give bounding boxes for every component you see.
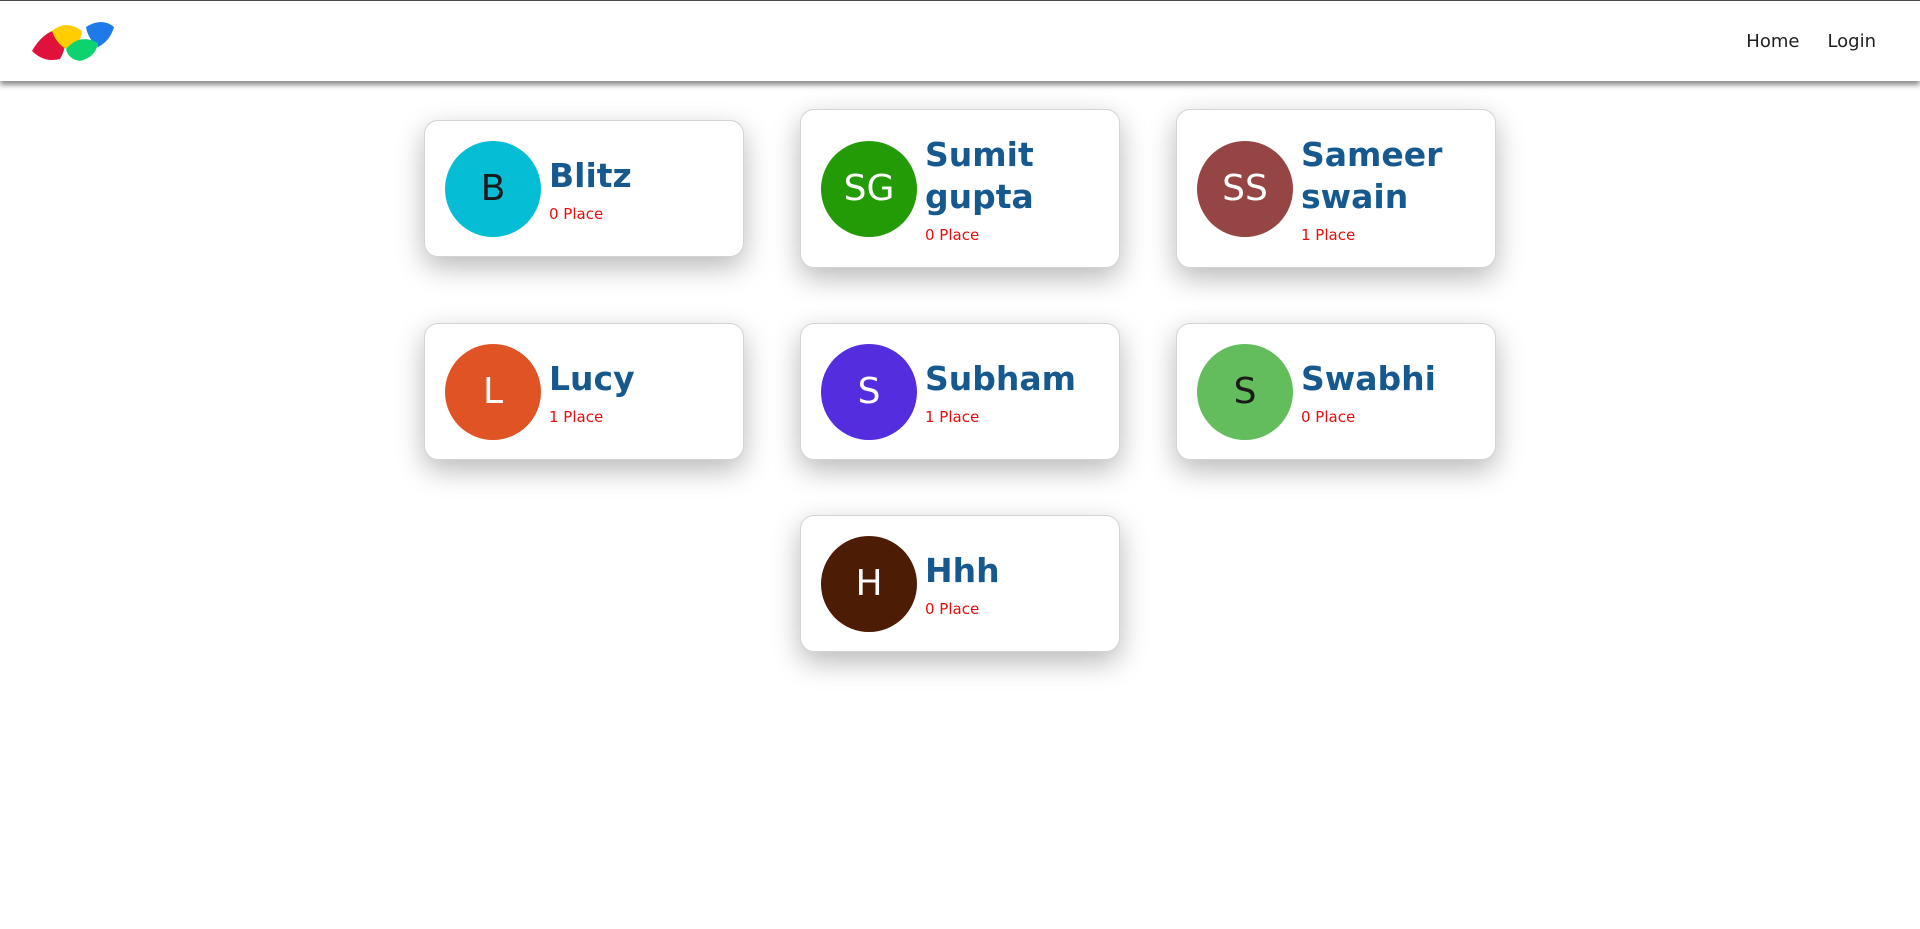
nav-login-link[interactable]: Login [1827,31,1876,52]
user-name: Lucy [549,358,635,398]
user-card[interactable]: S Subham 1 Place [800,323,1120,460]
place-count: 0 Place [549,204,604,223]
user-name: Hhh [925,550,1000,590]
brand-logo-icon[interactable] [30,21,140,63]
user-card[interactable]: B Blitz 0 Place [424,120,744,257]
avatar: H [821,535,917,632]
nav-home-link[interactable]: Home [1746,31,1799,52]
top-navbar: Home Login [0,0,1920,81]
user-name: Swabhi [1301,358,1436,398]
user-name: Subham [925,358,1077,398]
avatar-initials: B [480,168,506,209]
avatar-initials: S [857,371,881,412]
user-card[interactable]: SG Sumit gupta 0 Place [800,109,1120,268]
avatar: SG [821,140,917,237]
avatar-initials: S [1233,371,1257,412]
avatar-initials: SS [1222,168,1268,209]
user-card[interactable]: L Lucy 1 Place [424,323,744,460]
avatar-initials: SG [843,168,895,209]
user-name: Sameer swain [1301,134,1443,216]
user-card[interactable]: H Hhh 0 Place [800,515,1120,652]
place-count: 0 Place [1301,407,1356,426]
user-name: Sumit gupta [925,134,1034,216]
user-name: Blitz [549,155,632,195]
avatar: S [821,343,917,440]
avatar-initials: H [855,563,883,604]
place-count: 1 Place [925,407,980,426]
user-card-grid: B Blitz 0 Place SG Sumit gupta 0 Place S… [0,81,1920,929]
user-card[interactable]: S Swabhi 0 Place [1176,323,1496,460]
nav-links: Home Login [1746,1,1876,82]
avatar-initials: L [482,371,504,412]
avatar: B [445,140,541,237]
place-count: 1 Place [1301,225,1356,244]
avatar: S [1197,343,1293,440]
place-count: 0 Place [925,599,980,618]
avatar: L [445,343,541,440]
user-card[interactable]: SS Sameer swain 1 Place [1176,109,1496,268]
avatar: SS [1197,140,1293,237]
place-count: 0 Place [925,225,980,244]
place-count: 1 Place [549,407,604,426]
